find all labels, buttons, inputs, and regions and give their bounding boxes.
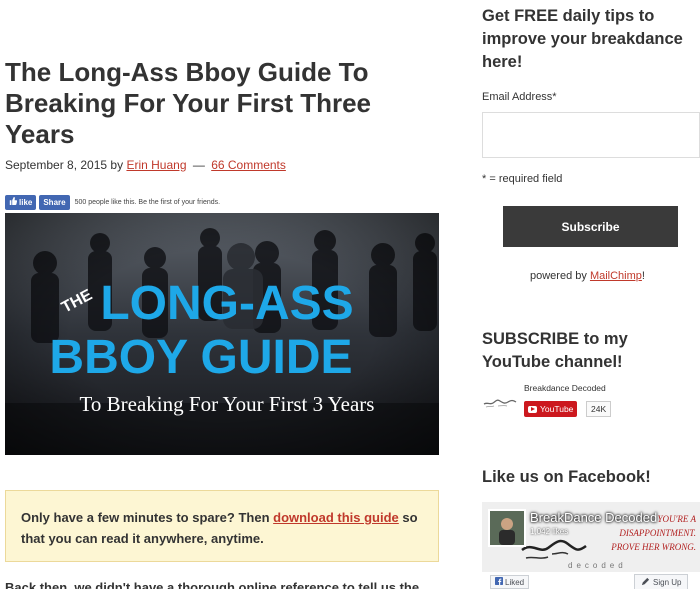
youtube-subscribe-widget: Breakdance Decoded YouTube 24K <box>482 382 700 422</box>
sidebar: Get FREE daily tips to improve your brea… <box>482 0 700 589</box>
facebook-icon <box>495 577 503 587</box>
cover-text-line-2: DISAPPOINTMENT. <box>618 528 696 538</box>
thumbs-up-icon <box>9 195 18 210</box>
fb-liked-button[interactable]: Liked <box>490 575 530 589</box>
fb-signup-label: Sign Up <box>653 577 682 587</box>
youtube-subscribe-button[interactable]: YouTube <box>524 401 578 417</box>
youtube-play-icon <box>528 405 537 413</box>
youtube-button-label: YouTube <box>540 404 574 414</box>
fb-page-name[interactable]: BreakDance Decoded <box>530 510 657 525</box>
fb-signup-button[interactable]: Sign Up <box>634 574 689 589</box>
pencil-icon <box>641 577 650 588</box>
download-guide-link[interactable]: download this guide <box>273 510 399 525</box>
fb-page-avatar[interactable] <box>488 509 526 547</box>
mailchimp-link[interactable]: MailChimp <box>590 270 642 282</box>
fb-share-label: Share <box>43 198 66 207</box>
hero-subtitle: To Breaking For Your First 3 Years <box>80 392 375 416</box>
required-note: * = required field <box>482 173 563 185</box>
powered-suffix: ! <box>641 270 645 282</box>
hero-line1: LONG-ASS <box>100 277 353 330</box>
powered-by: powered by MailChimp! <box>530 270 645 282</box>
channel-name: Breakdance Decoded <box>524 383 606 393</box>
cover-text-line-1: YOU'RE A <box>657 514 696 524</box>
hero-line2: BBOY GUIDE <box>49 331 352 384</box>
fb-like-button[interactable]: like <box>5 195 37 210</box>
fb-like-label: like <box>19 198 33 207</box>
subscriber-count: 24K <box>586 401 612 417</box>
article-body-text: Back then, we didn't have a thorough onl… <box>5 580 420 589</box>
facebook-page-plugin: decoded YOU'RE A DISAPPOINTMENT. PROVE H… <box>482 502 700 589</box>
download-callout: Only have a few minutes to spare? Then d… <box>5 490 439 562</box>
email-field[interactable] <box>482 112 700 158</box>
meta-separator: — <box>192 158 205 172</box>
fb-likes-count: 1,042 likes <box>530 527 569 536</box>
post-meta: September 8, 2015 by Erin Huang — 66 Com… <box>5 158 286 172</box>
fb-share-button[interactable]: Share <box>39 195 70 210</box>
fb-cover-logo-text: decoded <box>568 561 627 570</box>
powered-prefix: powered by <box>530 270 590 282</box>
post-date: September 8, 2015 <box>5 158 108 172</box>
callout-text-before: Only have a few minutes to spare? Then <box>21 510 274 525</box>
comments-link[interactable]: 66 Comments <box>211 158 286 172</box>
author-link[interactable]: Erin Huang <box>126 158 186 172</box>
cover-text-line-3: PROVE HER WRONG. <box>610 542 696 552</box>
hero-image: THE LONG-ASS BBOY GUIDE To Breaking For … <box>5 213 439 455</box>
fb-social-text: 500 people like this. Be the first of yo… <box>74 199 221 206</box>
post-by: by <box>110 158 124 172</box>
youtube-section-title: SUBSCRIBE to my YouTube channel! <box>482 330 628 371</box>
facebook-section-title: Like us on Facebook! <box>482 468 651 486</box>
facebook-like-bar: like Share 500 people like this. Be the … <box>5 195 220 210</box>
email-label: Email Address* <box>482 91 557 103</box>
fb-liked-label: Liked <box>505 577 525 587</box>
post-title: The Long-Ass Bboy Guide To Breaking For … <box>5 57 372 149</box>
optin-title: Get FREE daily tips to improve your brea… <box>482 7 683 71</box>
subscribe-button[interactable]: Subscribe <box>503 206 678 247</box>
channel-logo-icon <box>482 390 518 414</box>
